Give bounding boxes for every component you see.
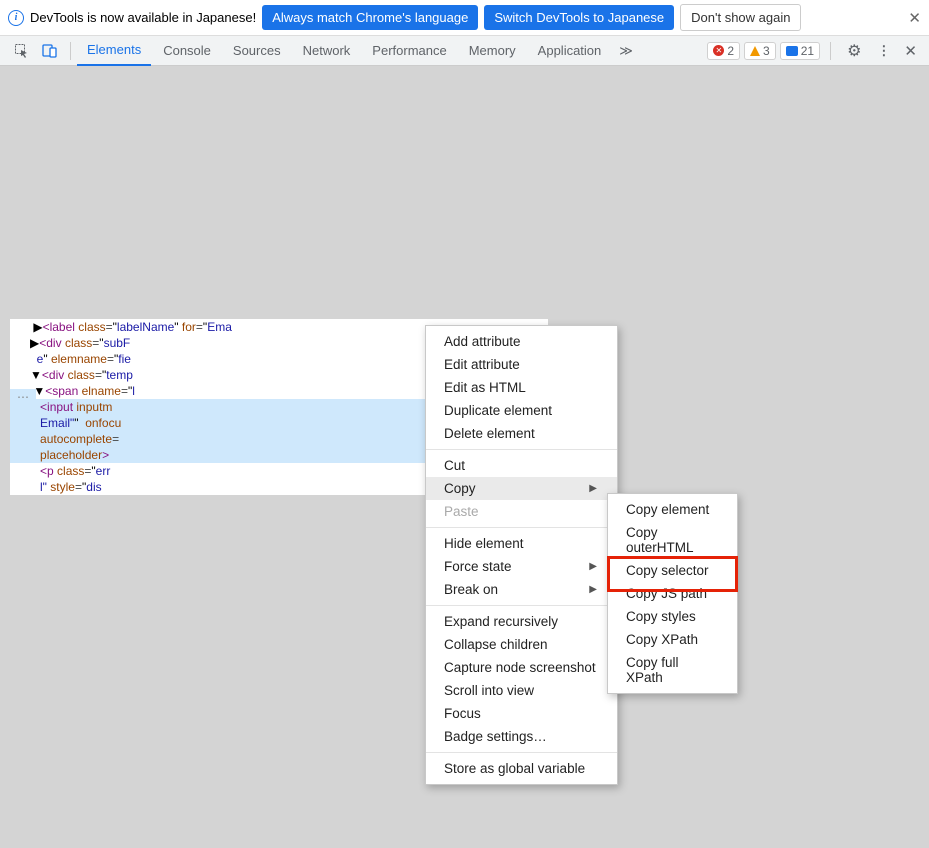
switch-devtools-button[interactable]: Switch DevTools to Japanese bbox=[484, 5, 674, 30]
ctx-store-global[interactable]: Store as global variable bbox=[426, 757, 617, 780]
tab-elements[interactable]: Elements bbox=[77, 36, 151, 66]
ctx-collapse-children[interactable]: Collapse children bbox=[426, 633, 617, 656]
ctx-hide-element[interactable]: Hide element bbox=[426, 532, 617, 555]
line-ellipsis-icon[interactable]: ⋯ bbox=[10, 389, 36, 405]
devtools-toolbar: Elements Console Sources Network Perform… bbox=[0, 36, 929, 66]
submenu-arrow-icon: ▶ bbox=[589, 561, 597, 572]
ctx-delete-element[interactable]: Delete element bbox=[426, 422, 617, 445]
ctx-copy-full-xpath[interactable]: Copy full XPath bbox=[608, 651, 737, 689]
ctx-capture-screenshot[interactable]: Capture node screenshot bbox=[426, 656, 617, 679]
ctx-expand-recursively[interactable]: Expand recursively bbox=[426, 610, 617, 633]
tab-overflow[interactable]: ≫ bbox=[613, 36, 639, 66]
warning-count: 3 bbox=[763, 44, 770, 58]
ctx-separator bbox=[426, 605, 617, 606]
submenu-arrow-icon: ▶ bbox=[589, 584, 597, 595]
tab-application[interactable]: Application bbox=[528, 36, 612, 66]
tab-sources[interactable]: Sources bbox=[223, 36, 291, 66]
context-menu: Add attribute Edit attribute Edit as HTM… bbox=[425, 325, 618, 785]
ctx-separator bbox=[426, 752, 617, 753]
ctx-add-attribute[interactable]: Add attribute bbox=[426, 330, 617, 353]
ctx-edit-attribute[interactable]: Edit attribute bbox=[426, 353, 617, 376]
message-icon bbox=[786, 46, 798, 56]
always-match-button[interactable]: Always match Chrome's language bbox=[262, 5, 478, 30]
ctx-force-state[interactable]: Force state ▶ bbox=[426, 555, 617, 578]
error-badge[interactable]: ✕2 bbox=[707, 42, 740, 60]
ctx-force-label: Force state bbox=[444, 559, 512, 574]
language-info-bar: i DevTools is now available in Japanese!… bbox=[0, 0, 929, 36]
ctx-edit-as-html[interactable]: Edit as HTML bbox=[426, 376, 617, 399]
ctx-break-on[interactable]: Break on ▶ bbox=[426, 578, 617, 601]
ctx-focus[interactable]: Focus bbox=[426, 702, 617, 725]
ctx-separator bbox=[426, 527, 617, 528]
info-icon: i bbox=[8, 10, 24, 26]
close-panel-icon[interactable]: ✕ bbox=[900, 42, 921, 60]
copy-submenu: Copy element Copy outerHTML Copy selecto… bbox=[607, 493, 738, 694]
error-icon: ✕ bbox=[713, 45, 724, 56]
close-icon[interactable]: ✕ bbox=[908, 9, 921, 27]
ctx-scroll-into-view[interactable]: Scroll into view bbox=[426, 679, 617, 702]
tab-performance[interactable]: Performance bbox=[362, 36, 456, 66]
ctx-copy-js-path[interactable]: Copy JS path bbox=[608, 582, 737, 605]
toolbar-separator bbox=[70, 42, 71, 60]
devtools-tabs: Elements Console Sources Network Perform… bbox=[77, 36, 639, 66]
ctx-copy-outerhtml[interactable]: Copy outerHTML bbox=[608, 521, 737, 559]
ctx-badge-settings[interactable]: Badge settings… bbox=[426, 725, 617, 748]
ctx-paste: Paste bbox=[426, 500, 617, 523]
ctx-break-label: Break on bbox=[444, 582, 498, 597]
inspect-icon[interactable] bbox=[8, 36, 36, 65]
ctx-copy-styles[interactable]: Copy styles bbox=[608, 605, 737, 628]
message-badge[interactable]: 21 bbox=[780, 42, 820, 60]
toolbar-right: ✕2 3 21 ⚙ ⋮ ✕ bbox=[707, 41, 921, 61]
dont-show-again-button[interactable]: Don't show again bbox=[680, 4, 801, 31]
submenu-arrow-icon: ▶ bbox=[589, 483, 597, 494]
ctx-copy-selector[interactable]: Copy selector bbox=[608, 559, 737, 582]
ctx-copy-xpath[interactable]: Copy XPath bbox=[608, 628, 737, 651]
info-message: DevTools is now available in Japanese! bbox=[30, 10, 256, 25]
device-toggle-icon[interactable] bbox=[36, 36, 64, 65]
tab-console[interactable]: Console bbox=[153, 36, 221, 66]
ctx-copy-element[interactable]: Copy element bbox=[608, 498, 737, 521]
ctx-duplicate-element[interactable]: Duplicate element bbox=[426, 399, 617, 422]
warning-icon bbox=[750, 46, 760, 56]
tab-memory[interactable]: Memory bbox=[459, 36, 526, 66]
ctx-copy[interactable]: Copy ▶ bbox=[426, 477, 617, 500]
settings-icon[interactable]: ⚙ bbox=[841, 41, 867, 61]
ctx-copy-label: Copy bbox=[444, 481, 476, 496]
message-count: 21 bbox=[801, 44, 814, 58]
kebab-icon[interactable]: ⋮ bbox=[871, 43, 896, 59]
tab-network[interactable]: Network bbox=[293, 36, 361, 66]
toolbar-separator bbox=[830, 42, 831, 60]
ctx-cut[interactable]: Cut bbox=[426, 454, 617, 477]
warning-badge[interactable]: 3 bbox=[744, 42, 776, 60]
error-count: 2 bbox=[727, 44, 734, 58]
ctx-separator bbox=[426, 449, 617, 450]
